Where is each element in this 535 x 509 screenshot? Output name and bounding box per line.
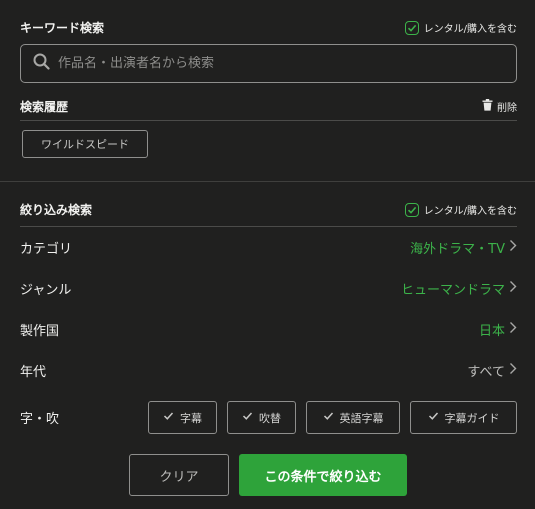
dub-option-label: 吹替 — [259, 411, 281, 425]
filter-value: 日本 — [479, 320, 517, 339]
english-subtitle-option-label: 英語字幕 — [339, 411, 384, 425]
subtitle-option[interactable]: 字幕 — [148, 401, 217, 434]
filter-value: ヒューマンドラマ — [401, 279, 517, 298]
check-icon — [323, 411, 334, 424]
filter-label: 製作国 — [20, 323, 60, 339]
history-divider — [20, 120, 517, 121]
section-divider — [0, 181, 535, 182]
search-box[interactable] — [20, 44, 517, 83]
check-icon — [242, 411, 253, 424]
search-input[interactable] — [58, 56, 478, 71]
apply-filter-button[interactable]: この条件で絞り込む — [239, 454, 407, 496]
subtitle-guide-option[interactable]: 字幕ガイド — [410, 401, 517, 434]
clear-button[interactable]: クリア — [129, 454, 229, 496]
subtitle-guide-option-label: 字幕ガイド — [444, 411, 500, 425]
history-title: 検索履歴 — [20, 100, 69, 114]
chevron-right-icon — [509, 362, 517, 379]
delete-history-label: 削除 — [497, 103, 517, 114]
keyword-title: キーワード検索 — [20, 21, 105, 35]
filter-value: 海外ドラマ・TV — [410, 238, 517, 257]
keyword-include-rental-label: レンタル/購入を含む — [423, 24, 517, 35]
filter-row-category[interactable]: カテゴリ 海外ドラマ・TV — [20, 237, 517, 257]
filter-include-rental-checkbox[interactable]: レンタル/購入を含む — [404, 202, 517, 217]
check-icon — [428, 411, 439, 424]
keyword-include-rental-checkbox[interactable]: レンタル/購入を含む — [404, 20, 517, 35]
english-subtitle-option[interactable]: 英語字幕 — [306, 401, 400, 434]
history-header: 検索履歴 削除 — [20, 98, 517, 115]
filter-row-country[interactable]: 製作国 日本 — [20, 319, 517, 339]
filter-value-text: 海外ドラマ・TV — [410, 241, 505, 257]
check-icon — [404, 202, 419, 217]
dub-option[interactable]: 吹替 — [227, 401, 296, 434]
filter-header: 絞り込み検索 レンタル/購入を含む — [20, 201, 517, 218]
subtitle-dub-label: 字・吹 — [20, 412, 60, 427]
filter-label: ジャンル — [20, 282, 72, 298]
search-icon — [33, 53, 50, 74]
filter-title: 絞り込み検索 — [20, 203, 93, 217]
filter-value-text: ヒューマンドラマ — [400, 282, 505, 298]
filter-include-rental-label: レンタル/購入を含む — [423, 206, 517, 217]
filter-value: すべて — [467, 361, 517, 380]
trash-icon — [482, 99, 493, 114]
check-icon — [163, 411, 174, 424]
history-item[interactable]: ワイルドスピード — [22, 130, 148, 158]
filter-label: 年代 — [20, 364, 47, 380]
search-panel: キーワード検索 レンタル/購入を含む 検索履歴 削除 ワイルドスピード 絞り込み… — [0, 0, 535, 509]
filter-label: カテゴリ — [20, 241, 73, 257]
delete-history-button[interactable]: 削除 — [482, 99, 517, 114]
chevron-right-icon — [509, 280, 517, 297]
filter-value-text: 日本 — [478, 323, 505, 339]
filter-divider — [20, 226, 517, 227]
filter-value-text: すべて — [467, 364, 505, 380]
filter-row-genre[interactable]: ジャンル ヒューマンドラマ — [20, 278, 517, 298]
chevron-right-icon — [509, 239, 517, 256]
chevron-right-icon — [509, 321, 517, 338]
keyword-header: キーワード検索 レンタル/購入を含む — [20, 19, 517, 36]
subtitle-option-label: 字幕 — [180, 411, 202, 425]
filter-row-year[interactable]: 年代 すべて — [20, 360, 517, 380]
check-icon — [404, 20, 419, 35]
